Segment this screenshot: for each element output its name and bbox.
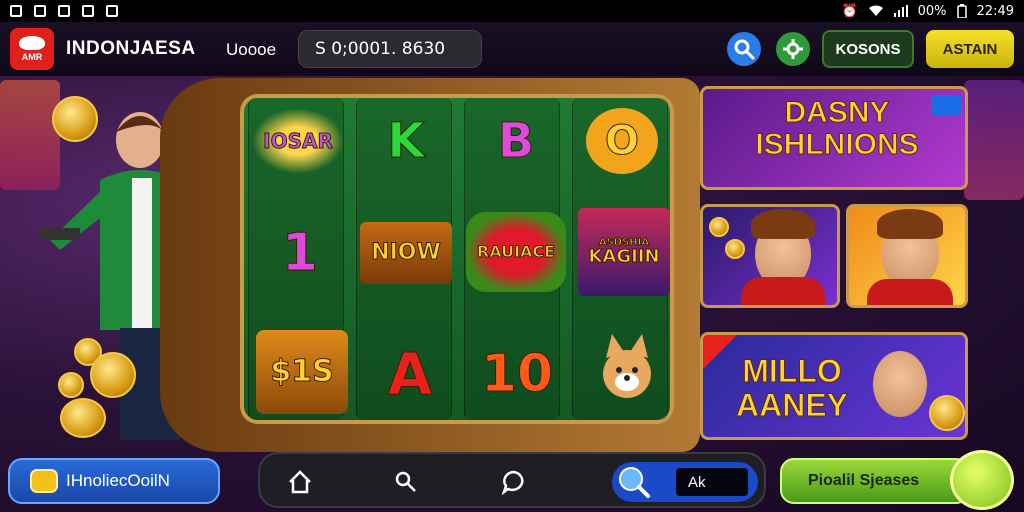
bonus-button[interactable]: KOSONS [822, 30, 914, 68]
shirt [867, 279, 953, 305]
promo-card[interactable]: MILLO AANEY [700, 332, 968, 440]
notification-icon [58, 5, 70, 17]
brand-title: INDONJAESA [66, 38, 196, 59]
slot-symbol-label: NIOW [371, 240, 442, 265]
promo-button-label: IHnoliecOoilN [66, 471, 170, 490]
home-icon[interactable] [286, 468, 314, 496]
coin-icon [58, 372, 84, 398]
coin-icon [725, 239, 745, 259]
slot-symbol-label: $1S [270, 354, 334, 389]
bottom-bar: IHnoliecOoilN Ak Pioalil Sjeases [0, 450, 1024, 512]
coin-icon [52, 96, 98, 142]
slot-symbol[interactable]: A [370, 334, 450, 414]
bird-icon [19, 36, 45, 50]
neon-sign-right [964, 80, 1024, 200]
notification-icon [106, 5, 118, 17]
promo-title: MILLO AANEY [735, 353, 848, 423]
slot-symbol[interactable]: NIOW [360, 222, 452, 284]
slot-symbol[interactable]: O [586, 108, 658, 174]
logo-text: AMR [21, 52, 43, 62]
chat-icon[interactable] [500, 468, 528, 496]
bottom-nav: Ak [258, 452, 766, 508]
search-input[interactable]: Ak [676, 468, 748, 496]
slot-symbol-label: O [604, 118, 639, 164]
signal-icon [893, 5, 908, 17]
alarm-icon: ⏰ [841, 3, 858, 19]
promo-card[interactable]: DASNY ISHLNIONS [700, 86, 968, 190]
clock: 22:49 [976, 3, 1014, 19]
balance-display[interactable]: S 0;0001. 8630 [298, 30, 482, 68]
avatar [873, 351, 927, 417]
coin-icon [929, 395, 965, 431]
app-logo[interactable]: AMR [10, 28, 54, 70]
avatar-hair [877, 209, 943, 239]
search-icon [734, 39, 755, 60]
slot-symbol[interactable]: K [370, 106, 442, 176]
slot-symbol-label: B [497, 113, 535, 169]
promo-button[interactable]: IHnoliecOoilN [8, 458, 220, 504]
slot-symbol-label: 10 [480, 344, 554, 404]
search-icon [619, 467, 650, 498]
slot-symbol[interactable]: B [480, 106, 552, 176]
notification-icon [82, 5, 94, 17]
coin-icon [60, 398, 106, 438]
slot-symbol-label: IOSAR [263, 129, 334, 153]
slot-symbol-label: RAUIACE [476, 242, 556, 261]
user-label: Uoooe [226, 40, 277, 59]
shirt [741, 277, 825, 305]
slot-symbol[interactable]: $1S [256, 330, 348, 414]
slot-symbol-label: A [387, 340, 433, 408]
slot-symbol[interactable]: IOSAR [252, 108, 344, 174]
slot-symbol-label: 1 [281, 223, 319, 283]
dog-icon[interactable] [592, 330, 662, 404]
battery-icon [956, 4, 967, 18]
battery-percent: 00% [917, 3, 947, 19]
promo-card[interactable] [846, 204, 968, 308]
plus-icon[interactable] [950, 450, 1014, 510]
gear-icon [783, 39, 803, 59]
notification-icons [10, 5, 118, 17]
promo-card[interactable] [700, 204, 840, 308]
slot-symbol-label: KAGIIN [588, 246, 660, 267]
slot-symbol[interactable]: RAUIACE [466, 212, 566, 292]
slot-symbol-label: K [387, 113, 425, 169]
wifi-icon [868, 5, 884, 17]
coin-icon [709, 217, 729, 237]
avatar-hair [751, 209, 815, 239]
play-button[interactable]: Pioalil Sjeases [780, 458, 970, 504]
settings-button[interactable] [776, 32, 810, 66]
play-button-label: Pioalil Sjeases [808, 472, 920, 489]
notification-icon [34, 5, 46, 17]
search-icon[interactable] [392, 468, 420, 496]
status-bar: ⏰ 00% 22:49 [0, 0, 1024, 22]
slot-symbol[interactable]: ASDSHIA KAGIIN [578, 208, 670, 296]
app-header: AMR INDONJAESA Uoooe S 0;0001. 8630 KOSO… [0, 22, 1024, 76]
coin-icon [30, 469, 58, 493]
slot-symbol[interactable]: 1 [264, 220, 336, 286]
promo-title: DASNY ISHLNIONS [755, 96, 919, 161]
notification-icon [10, 5, 22, 17]
coin-icon [90, 352, 136, 398]
search-button[interactable] [727, 32, 761, 66]
nav-search[interactable]: Ak [612, 462, 758, 502]
slot-symbol[interactable]: 10 [472, 334, 562, 414]
balance-value: S 0;0001. 8630 [315, 39, 446, 59]
login-button[interactable]: ASTAIN [926, 30, 1014, 68]
